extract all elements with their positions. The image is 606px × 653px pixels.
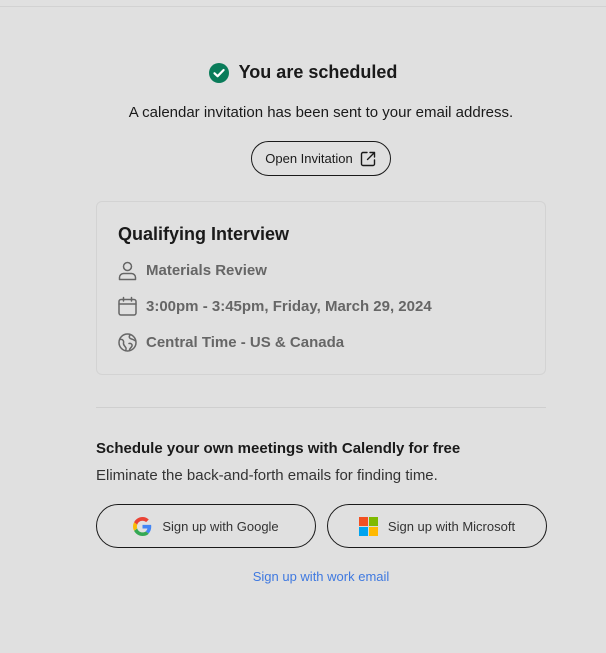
top-divider: [0, 6, 606, 7]
event-timezone: Central Time - US & Canada: [146, 334, 345, 351]
section-divider: [96, 407, 546, 408]
open-invitation-button[interactable]: Open Invitation: [251, 141, 391, 176]
check-circle-icon: [208, 62, 229, 83]
signup-work-email-link[interactable]: Sign up with work email: [0, 569, 606, 584]
signup-google-button[interactable]: Sign up with Google: [96, 504, 316, 548]
confirmation-subtitle: A calendar invitation has been sent to y…: [128, 104, 514, 121]
signup-microsoft-button[interactable]: Sign up with Microsoft: [327, 504, 547, 548]
globe-icon: [118, 333, 137, 352]
event-host: Materials Review: [146, 262, 267, 279]
event-timezone-row: Central Time - US & Canada: [117, 332, 344, 353]
event-details-card: Qualifying Interview Materials Review 3:…: [96, 201, 546, 375]
microsoft-icon: [358, 516, 378, 536]
promo-text: Eliminate the back-and-forth emails for …: [96, 467, 438, 484]
promo-title: Schedule your own meetings with Calendly…: [96, 440, 461, 457]
external-link-icon: [360, 151, 375, 166]
event-datetime: 3:00pm - 3:45pm, Friday, March 29, 2024: [146, 298, 432, 315]
signup-microsoft-label: Sign up with Microsoft: [387, 518, 516, 534]
open-invitation-label: Open Invitation: [265, 151, 353, 166]
confirmation-header: You are scheduled: [0, 62, 606, 83]
person-icon: [118, 261, 137, 281]
signup-google-label: Sign up with Google: [162, 518, 279, 534]
event-host-row: Materials Review: [117, 260, 267, 281]
event-name: Qualifying Interview: [118, 224, 290, 244]
calendar-icon: [118, 296, 137, 316]
event-datetime-row: 3:00pm - 3:45pm, Friday, March 29, 2024: [117, 296, 432, 317]
page-title: You are scheduled: [238, 62, 398, 82]
google-icon: [133, 516, 152, 536]
